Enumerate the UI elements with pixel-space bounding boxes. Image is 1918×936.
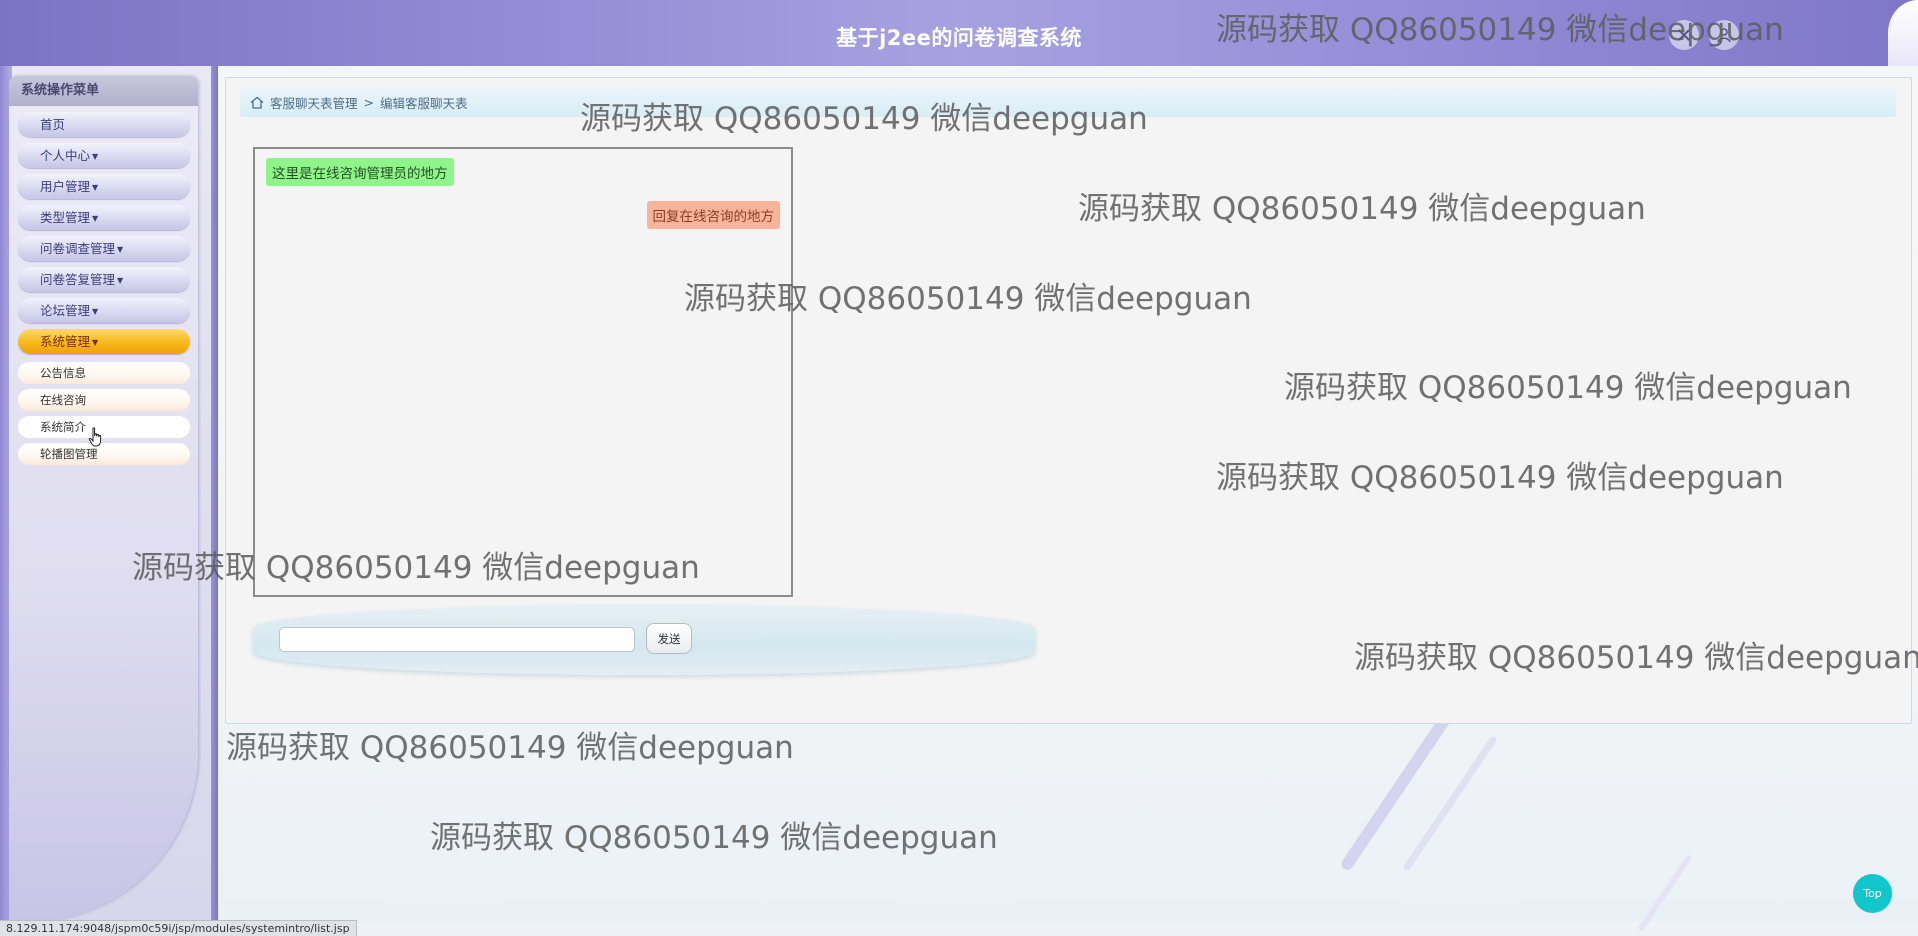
caret-down-icon: ▼: [92, 183, 99, 192]
menu-item-personal-center[interactable]: 个人中心 ▼: [18, 143, 190, 168]
send-button[interactable]: 发送: [646, 623, 692, 654]
caret-down-icon: ▼: [92, 214, 99, 223]
caret-down-icon: ▼: [92, 338, 99, 347]
send-form: 发送: [253, 605, 1035, 675]
menu-item-label: 个人中心: [40, 148, 91, 163]
menu-item-user-management[interactable]: 用户管理 ▼: [18, 174, 190, 199]
caret-down-icon: ▼: [117, 276, 124, 285]
hand-cursor-icon: [88, 427, 104, 451]
menu-item-home[interactable]: 首页: [18, 112, 190, 137]
menu-item-label: 首页: [40, 117, 66, 132]
status-bar-url: 8.129.11.174:9048/jspm0c59i/jsp/modules/…: [0, 920, 357, 936]
menu-item-label: 用户管理: [40, 179, 91, 194]
menu-item-forum-management[interactable]: 论坛管理 ▼: [18, 298, 190, 323]
menu-item-label: 问卷答复管理: [40, 272, 116, 287]
caret-down-icon: ▼: [117, 245, 124, 254]
sidebar-menu: 系统操作菜单 首页 个人中心 ▼ 用户管理 ▼ 类型管理 ▼ 问卷调查管理 ▼ 问卷答复…: [9, 76, 198, 922]
submenu-item-carousel[interactable]: 轮播图管理: [18, 443, 190, 465]
back-to-top-button[interactable]: Top: [1853, 874, 1892, 913]
sidebar-title: 系统操作菜单: [9, 76, 198, 106]
message-input[interactable]: [279, 627, 635, 652]
menu-item-label: 类型管理: [40, 210, 91, 225]
frame-divider: [211, 66, 218, 922]
menu-item-label: 论坛管理: [40, 303, 91, 318]
system-title: 基于j2ee的问卷调查系统: [836, 26, 1082, 50]
caret-down-icon: ▼: [92, 152, 99, 161]
breadcrumb-current: 编辑客服聊天表: [380, 95, 468, 111]
chat-history[interactable]: 这里是在线咨询管理员的地方 回复在线咨询的地方: [253, 147, 793, 597]
caret-down-icon: ▼: [92, 307, 99, 316]
admin-message: 这里是在线咨询管理员的地方: [266, 158, 454, 186]
menu-item-label: 系统管理: [40, 334, 91, 349]
submenu-item-system-intro[interactable]: 系统简介: [18, 416, 190, 438]
home-icon[interactable]: [250, 96, 264, 109]
menu-list: 首页 个人中心 ▼ 用户管理 ▼ 类型管理 ▼ 问卷调查管理 ▼ 问卷答复管理 ▼ 论坛管…: [9, 106, 198, 354]
reply-message: 回复在线咨询的地方: [646, 201, 780, 229]
breadcrumb-parent[interactable]: 客服聊天表管理: [270, 93, 358, 112]
breadcrumb: 客服聊天表管理 > 编辑客服聊天表: [240, 87, 1896, 117]
edit-panel: 客服聊天表管理 > 编辑客服聊天表 这里是在线咨询管理员的地方 回复在线咨询的地…: [225, 77, 1912, 724]
menu-item-survey-management[interactable]: 问卷调查管理 ▼: [18, 236, 190, 261]
close-icon[interactable]: [1669, 20, 1699, 50]
breadcrumb-separator: >: [363, 94, 374, 110]
menu-item-system-management[interactable]: 系统管理 ▼: [18, 329, 190, 354]
user-icon[interactable]: [1709, 20, 1739, 50]
submenu-item-announcement[interactable]: 公告信息: [18, 362, 190, 384]
menu-item-answer-management[interactable]: 问卷答复管理 ▼: [18, 267, 190, 292]
top-header: 基于j2ee的问卷调查系统: [0, 0, 1918, 66]
submenu-item-online-consult[interactable]: 在线咨询: [18, 389, 190, 411]
menu-item-label: 问卷调查管理: [40, 241, 116, 256]
menu-item-type-management[interactable]: 类型管理 ▼: [18, 205, 190, 230]
